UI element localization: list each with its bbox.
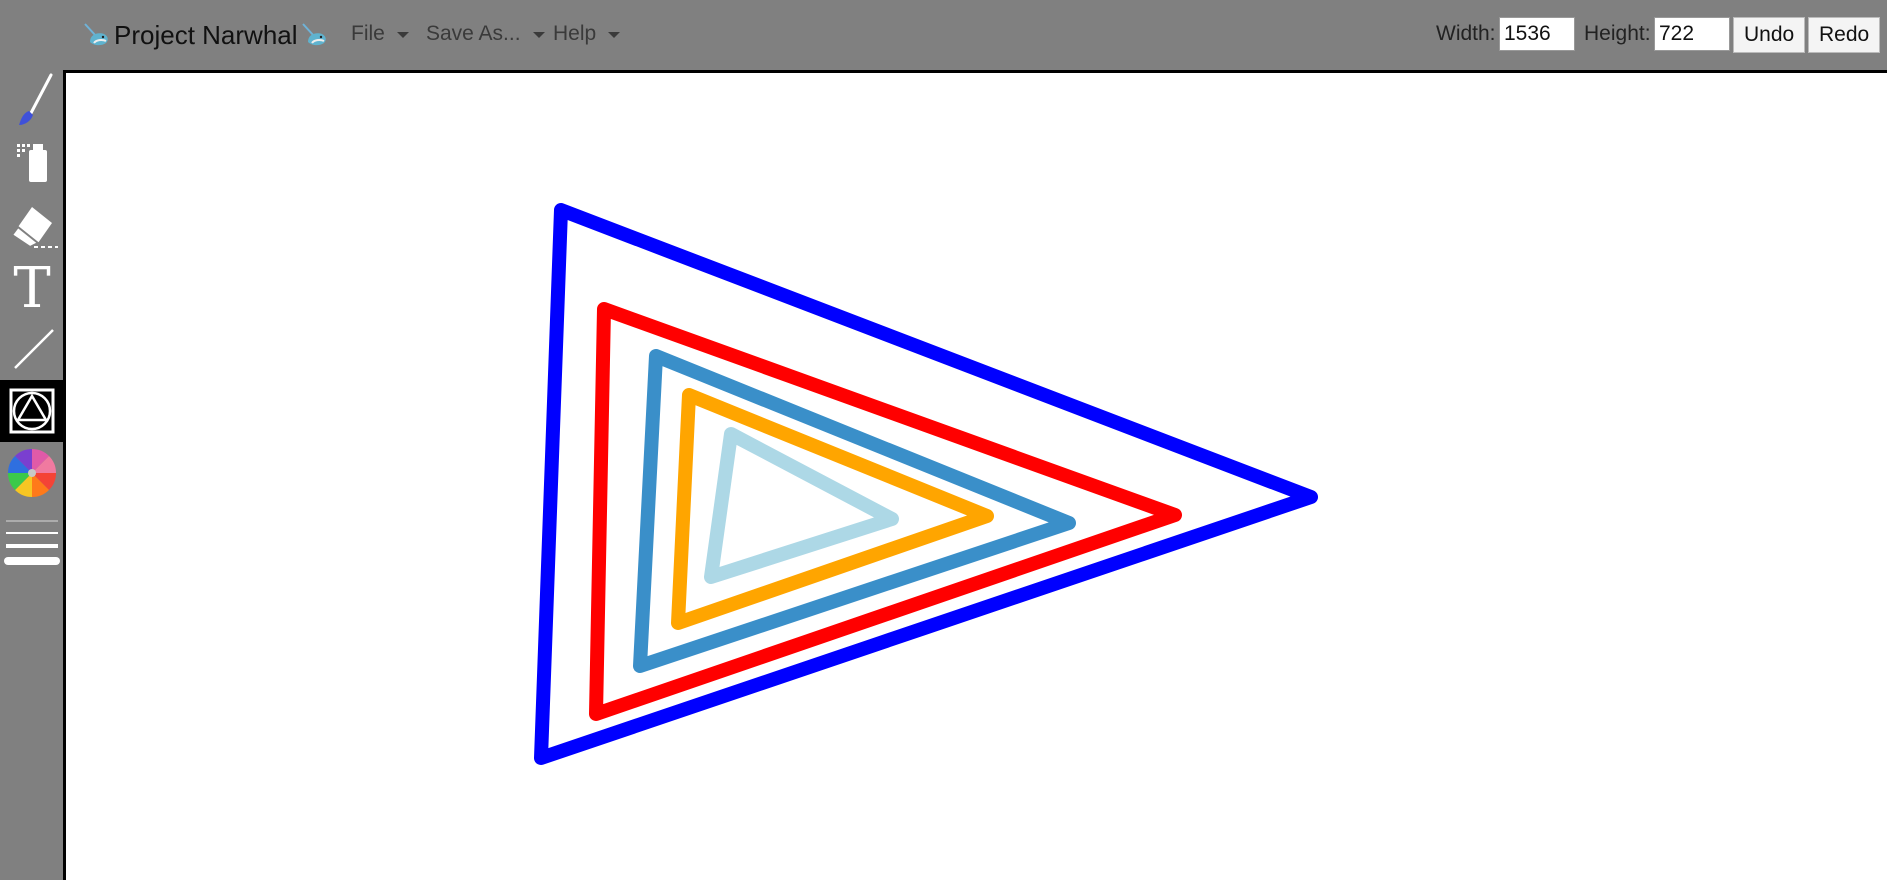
chevron-down-icon (608, 32, 621, 38)
menu-file-label: File (351, 22, 385, 45)
tool-shapes[interactable] (0, 380, 63, 442)
top-bar: Project Narwhal File Save As... Help Wid… (0, 0, 1887, 70)
canvas-drawing-layer (534, 203, 1318, 765)
menu-help-label: Help (553, 22, 597, 45)
undo-button[interactable]: Undo (1733, 17, 1806, 53)
svg-text:T: T (13, 259, 50, 315)
tool-spray[interactable] (0, 132, 63, 194)
chevron-down-icon (532, 32, 545, 38)
stroke-width-icon (3, 520, 60, 565)
drawing-canvas[interactable] (63, 70, 1887, 880)
width-input[interactable] (1499, 17, 1575, 51)
narwhal-logo-icon (84, 23, 108, 46)
narwhal-logo-icon (301, 23, 326, 46)
tool-brush[interactable] (0, 70, 63, 132)
app-brand: Project Narwhal (82, 18, 330, 52)
shapes-icon (9, 388, 54, 434)
tool-stroke-width[interactable] (0, 510, 63, 580)
chevron-down-icon (396, 32, 409, 38)
color-wheel-icon (7, 448, 56, 498)
height-input[interactable] (1654, 17, 1730, 51)
spray-icon (16, 144, 47, 182)
tool-line[interactable] (0, 318, 63, 380)
tool-eraser[interactable] (0, 194, 63, 256)
line-icon (13, 329, 54, 369)
menu-help[interactable]: Help (553, 22, 621, 46)
menu-save-as[interactable]: Save As... (426, 22, 545, 46)
tool-color[interactable] (0, 442, 63, 504)
eraser-icon (10, 207, 58, 249)
tool-sidebar: T (0, 70, 63, 880)
brush-icon (18, 73, 52, 125)
width-label: Width: (1436, 22, 1496, 45)
menu-save-as-label: Save As... (426, 22, 521, 45)
tool-text[interactable]: T (0, 256, 63, 318)
text-icon: T (13, 259, 50, 315)
app-title: Project Narwhal (114, 19, 298, 50)
menu-file[interactable]: File (351, 22, 409, 46)
height-label: Height: (1584, 22, 1651, 45)
redo-button[interactable]: Redo (1808, 17, 1881, 53)
